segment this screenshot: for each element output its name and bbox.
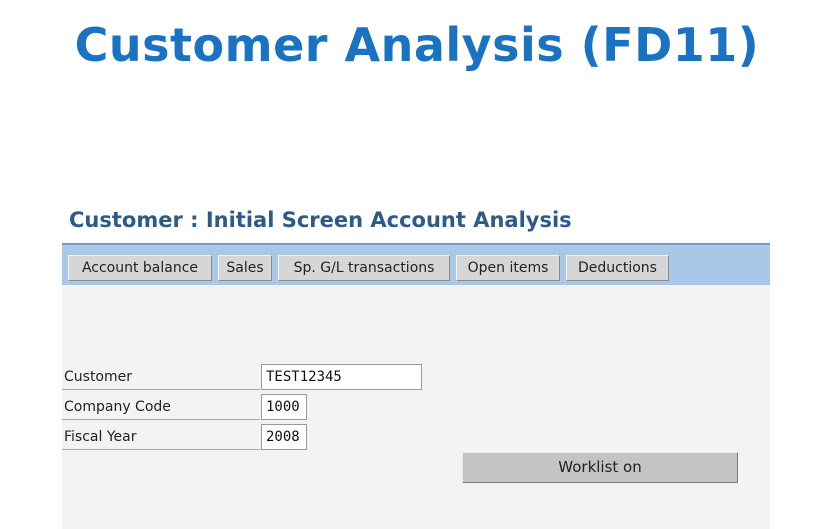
- slide-title: Customer Analysis (FD11): [74, 18, 760, 72]
- customer-label: Customer: [62, 364, 260, 390]
- deductions-button[interactable]: Deductions: [566, 255, 669, 281]
- company-code-label: Company Code: [62, 394, 260, 420]
- customer-input[interactable]: [261, 364, 422, 390]
- sales-button[interactable]: Sales: [218, 255, 272, 281]
- application-toolbar: Account balance Sales Sp. G/L transactio…: [62, 243, 770, 285]
- account-balance-button[interactable]: Account balance: [68, 255, 212, 281]
- sp-gl-transactions-button[interactable]: Sp. G/L transactions: [278, 255, 450, 281]
- screen-title: Customer : Initial Screen Account Analys…: [69, 208, 572, 232]
- fiscal-year-input[interactable]: [261, 424, 307, 450]
- worklist-on-button[interactable]: Worklist on: [462, 452, 738, 483]
- fiscal-year-label: Fiscal Year: [62, 424, 260, 450]
- open-items-button[interactable]: Open items: [456, 255, 560, 281]
- company-code-input[interactable]: [261, 394, 307, 420]
- page: Customer Analysis (FD11) Customer : Init…: [0, 0, 834, 529]
